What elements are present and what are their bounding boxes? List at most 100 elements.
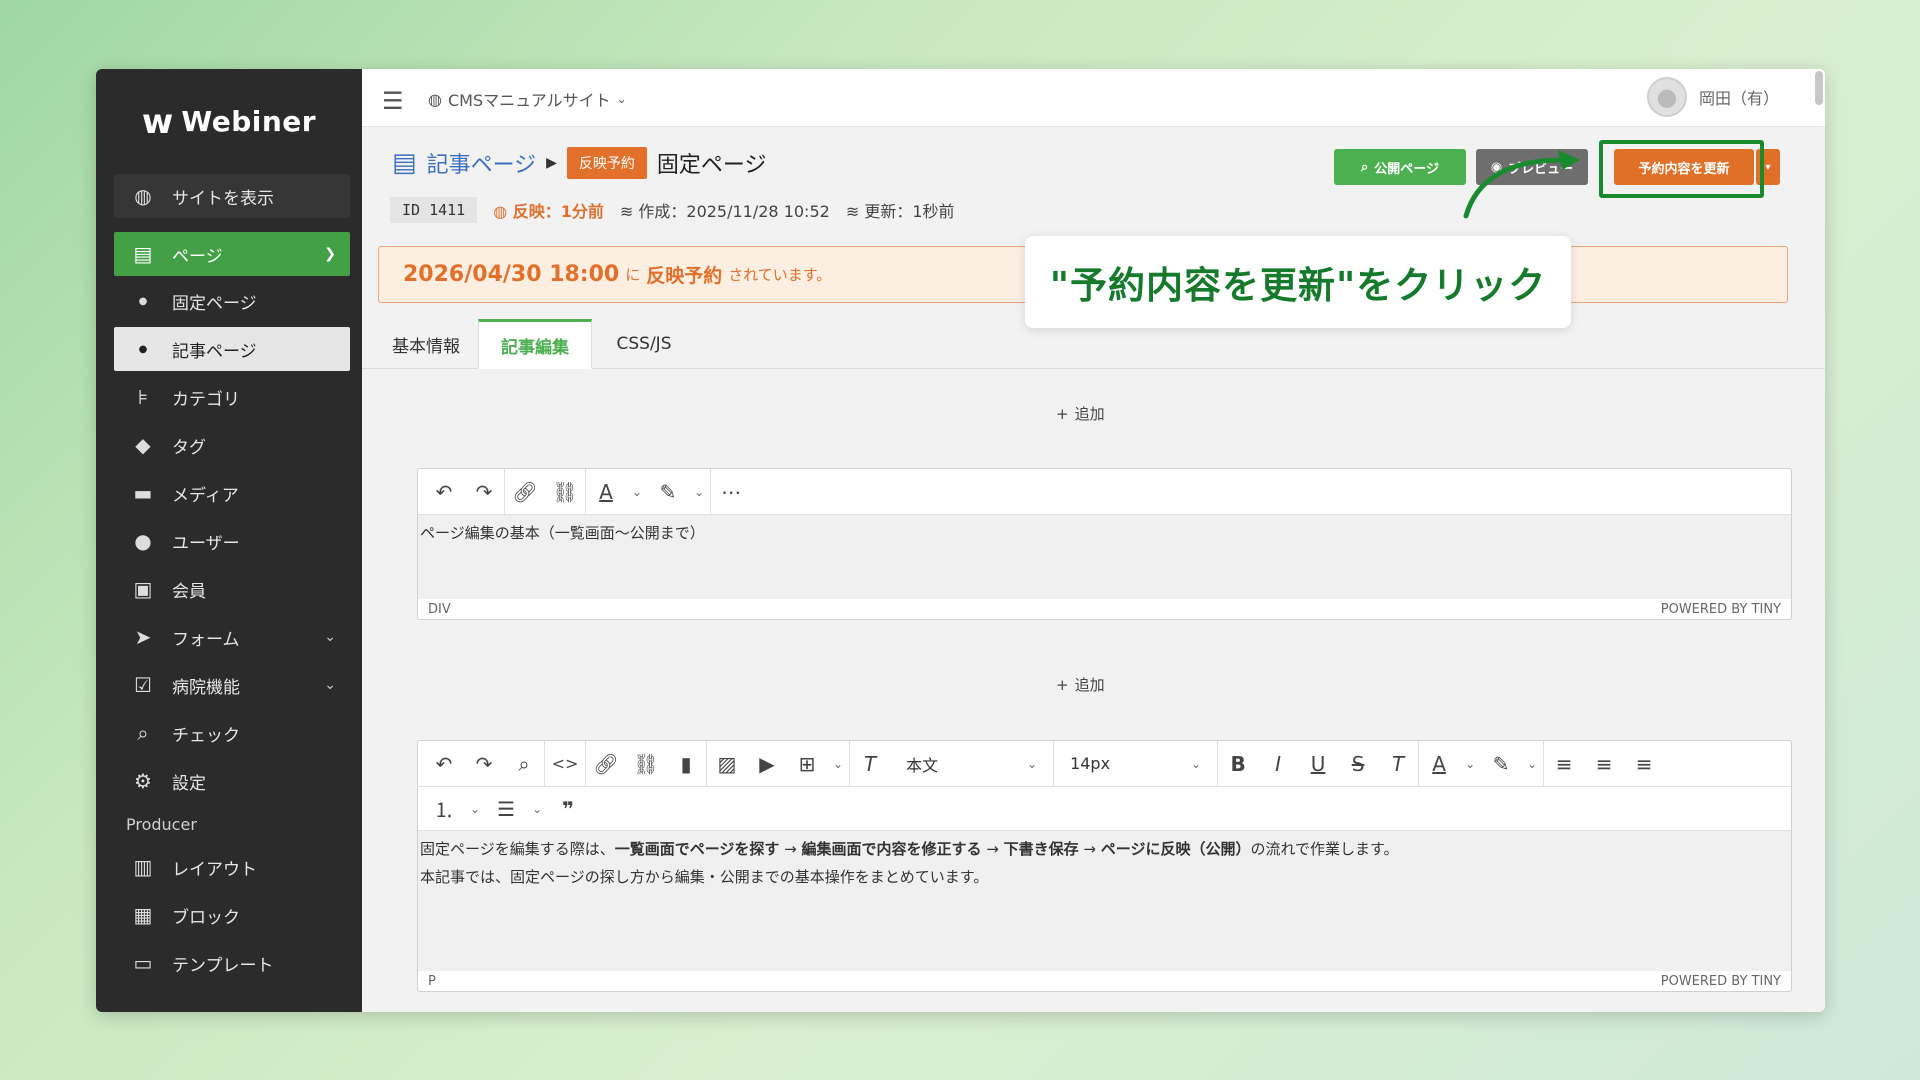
sidebar-item-page[interactable]: ▤ ページ ❯ (114, 232, 350, 276)
logo-mark: w (141, 101, 174, 142)
bullet-list-icon[interactable]: ☰ (492, 797, 520, 821)
block-format-select[interactable]: 本文 ⌄ (896, 752, 1047, 776)
add-block-button[interactable]: + 追加 (1056, 403, 1105, 424)
public-page-button[interactable]: ⌕ 公開ページ (1334, 149, 1466, 185)
highlight-color-icon[interactable]: ✎ (654, 480, 682, 504)
sidebar-item-tag[interactable]: ◆ タグ (114, 423, 350, 467)
bold-icon[interactable]: B (1224, 752, 1252, 776)
sidebar-item-member[interactable]: ▣ 会員 (114, 567, 350, 611)
toolbar-group-link: 🔗︎ ⛓ (505, 469, 586, 514)
powered-by[interactable]: POWERED BY TINY (1661, 602, 1781, 617)
logo-text: Webiner (181, 105, 317, 138)
add-label: 追加 (1074, 405, 1105, 423)
chevron-down-icon[interactable]: ⌄ (632, 485, 642, 499)
link-icon[interactable]: 🔗︎ (511, 480, 539, 504)
sidebar-item-block[interactable]: ▦ ブロック (114, 893, 350, 937)
chevron-down-icon[interactable]: ⌄ (1527, 757, 1537, 771)
bookmark-icon[interactable]: ▮ (672, 752, 700, 776)
undo-icon[interactable]: ↶ (430, 752, 458, 776)
more-icon[interactable]: ⋯ (717, 480, 745, 504)
created-info: ≋ 作成：2025/11/28 10:52 (620, 198, 830, 222)
editor-body-text: ↶ ↷ ⌕ <> 🔗︎ ⛓ ▮ ▨ ▶ ⊞ ⌄ T 本文 ⌄ 14px ⌄ B … (417, 740, 1792, 992)
editor-content[interactable]: ページ編集の基本（一覧画面〜公開まで） (418, 515, 1791, 599)
align-left-icon[interactable]: ≡ (1550, 752, 1578, 776)
chevron-down-icon[interactable]: ⌄ (1465, 757, 1475, 771)
tab-basic-info[interactable]: 基本情報 (376, 319, 476, 369)
caret-right-icon: ▶ (546, 155, 557, 171)
editor-content[interactable]: 固定ページを編集する際は、一覧画面でページを探す → 編集画面で内容を修正する … (418, 831, 1791, 971)
chevron-down-icon[interactable]: ⌄ (833, 757, 843, 771)
add-block-button[interactable]: + 追加 (1056, 674, 1105, 695)
element-path[interactable]: P (428, 974, 436, 989)
chevron-down-icon[interactable]: ⌄ (532, 802, 542, 816)
toolbar-group-lists: ⒈ ⌄ ☰ ⌄ ❞ (424, 787, 588, 830)
created-text: 作成：2025/11/28 10:52 (638, 202, 830, 221)
plus-icon: + (1056, 404, 1069, 423)
redo-icon[interactable]: ↷ (470, 480, 498, 504)
toolbar-group-color: A ⌄ ✎ ⌄ (586, 469, 712, 514)
plus-icon: + (1056, 675, 1069, 694)
clear-format-icon[interactable]: T (1384, 752, 1412, 776)
breadcrumb-link[interactable]: 記事ページ (427, 147, 537, 179)
sidebar-item-check[interactable]: ⌕ チェック (114, 711, 350, 755)
user-menu[interactable]: ● 岡田（有） (1646, 77, 1779, 117)
site-selector[interactable]: ◍ CMSマニュアルサイト ⌄ (428, 87, 627, 111)
sidebar-item-template[interactable]: ▭ テンプレート (114, 941, 350, 985)
sidebar-item-label: サイトを表示 (172, 188, 274, 209)
strikethrough-icon[interactable]: S (1344, 752, 1372, 776)
italic-icon[interactable]: I (1264, 752, 1292, 776)
underline-icon[interactable]: U (1304, 752, 1332, 776)
element-path[interactable]: DIV (428, 602, 451, 617)
chevron-down-icon[interactable]: ⌄ (694, 485, 704, 499)
chevron-down-icon[interactable]: ⌄ (470, 802, 480, 816)
powered-by[interactable]: POWERED BY TINY (1661, 974, 1781, 989)
highlight-color-icon[interactable]: ✎ (1487, 752, 1515, 776)
sidebar-item-user[interactable]: ● ユーザー (114, 519, 350, 563)
blocks-icon: ▦ (133, 903, 153, 927)
sidebar-view-site[interactable]: ◍ サイトを表示 (114, 174, 350, 218)
video-icon[interactable]: ▶ (753, 752, 781, 776)
image-icon[interactable]: ▨ (713, 752, 741, 776)
logo[interactable]: w Webiner (96, 69, 362, 174)
align-center-icon[interactable]: ≡ (1590, 752, 1618, 776)
code-icon[interactable]: <> (551, 754, 579, 773)
text-color-icon[interactable]: A (592, 480, 620, 504)
folder-icon: ▬ (133, 481, 153, 505)
redo-icon[interactable]: ↷ (470, 752, 498, 776)
tab-css-js[interactable]: CSS/JS (594, 319, 694, 369)
chevron-right-icon: ❯ (324, 246, 336, 262)
page-title: 固定ページ (656, 153, 767, 178)
link-icon[interactable]: 🔗︎ (592, 752, 620, 776)
page-meta: ID 1411 ◍ 反映：1分前 ≋ 作成：2025/11/28 10:52 ≋… (390, 197, 955, 223)
sidebar-item-form[interactable]: ➤ フォーム ⌄ (114, 615, 350, 659)
clear-format-icon[interactable]: T (856, 752, 884, 776)
search-icon[interactable]: ⌕ (510, 752, 538, 776)
block-format-value: 本文 (906, 755, 939, 775)
sidebar-item-article-page[interactable]: ● 記事ページ (114, 327, 350, 371)
toolbar-group-format: T 本文 ⌄ (850, 741, 1055, 786)
text-color-icon[interactable]: A (1425, 752, 1453, 776)
editor-heading: ↶ ↷ 🔗︎ ⛓ A ⌄ ✎ ⌄ ⋯ ページ編集の基本（一覧画面〜公開まで） D… (417, 468, 1792, 620)
numbered-list-icon[interactable]: ⒈ (430, 794, 458, 823)
blockquote-icon[interactable]: ❞ (554, 797, 582, 821)
sidebar-item-media[interactable]: ▬ メディア (114, 471, 350, 515)
bullet-icon: ● (138, 295, 148, 307)
hamburger-menu-icon[interactable]: ☰ (382, 87, 404, 115)
align-right-icon[interactable]: ≡ (1630, 752, 1658, 776)
sidebar-item-fixed-page[interactable]: ● 固定ページ (114, 279, 350, 323)
sidebar-item-label: フォーム (172, 629, 240, 650)
scrollbar[interactable] (1815, 71, 1823, 105)
font-size-select[interactable]: 14px ⌄ (1060, 754, 1211, 773)
sidebar-item-category[interactable]: ⊧ カテゴリ (114, 375, 350, 419)
table-icon[interactable]: ⊞ (793, 752, 821, 776)
button-label: 公開ページ (1374, 161, 1440, 177)
sidebar-item-settings[interactable]: ⚙ 設定 (114, 759, 350, 803)
sidebar-item-hospital[interactable]: ☑ 病院機能 ⌄ (114, 663, 350, 707)
tab-article-edit[interactable]: 記事編集 (478, 319, 592, 369)
sidebar-item-label: タグ (172, 437, 206, 458)
undo-icon[interactable]: ↶ (430, 480, 458, 504)
toolbar-group-more: ⋯ (711, 469, 751, 514)
unlink-icon[interactable]: ⛓ (632, 752, 660, 776)
sidebar-item-layout[interactable]: ▥ レイアウト (114, 845, 350, 889)
unlink-icon[interactable]: ⛓ (551, 480, 579, 504)
